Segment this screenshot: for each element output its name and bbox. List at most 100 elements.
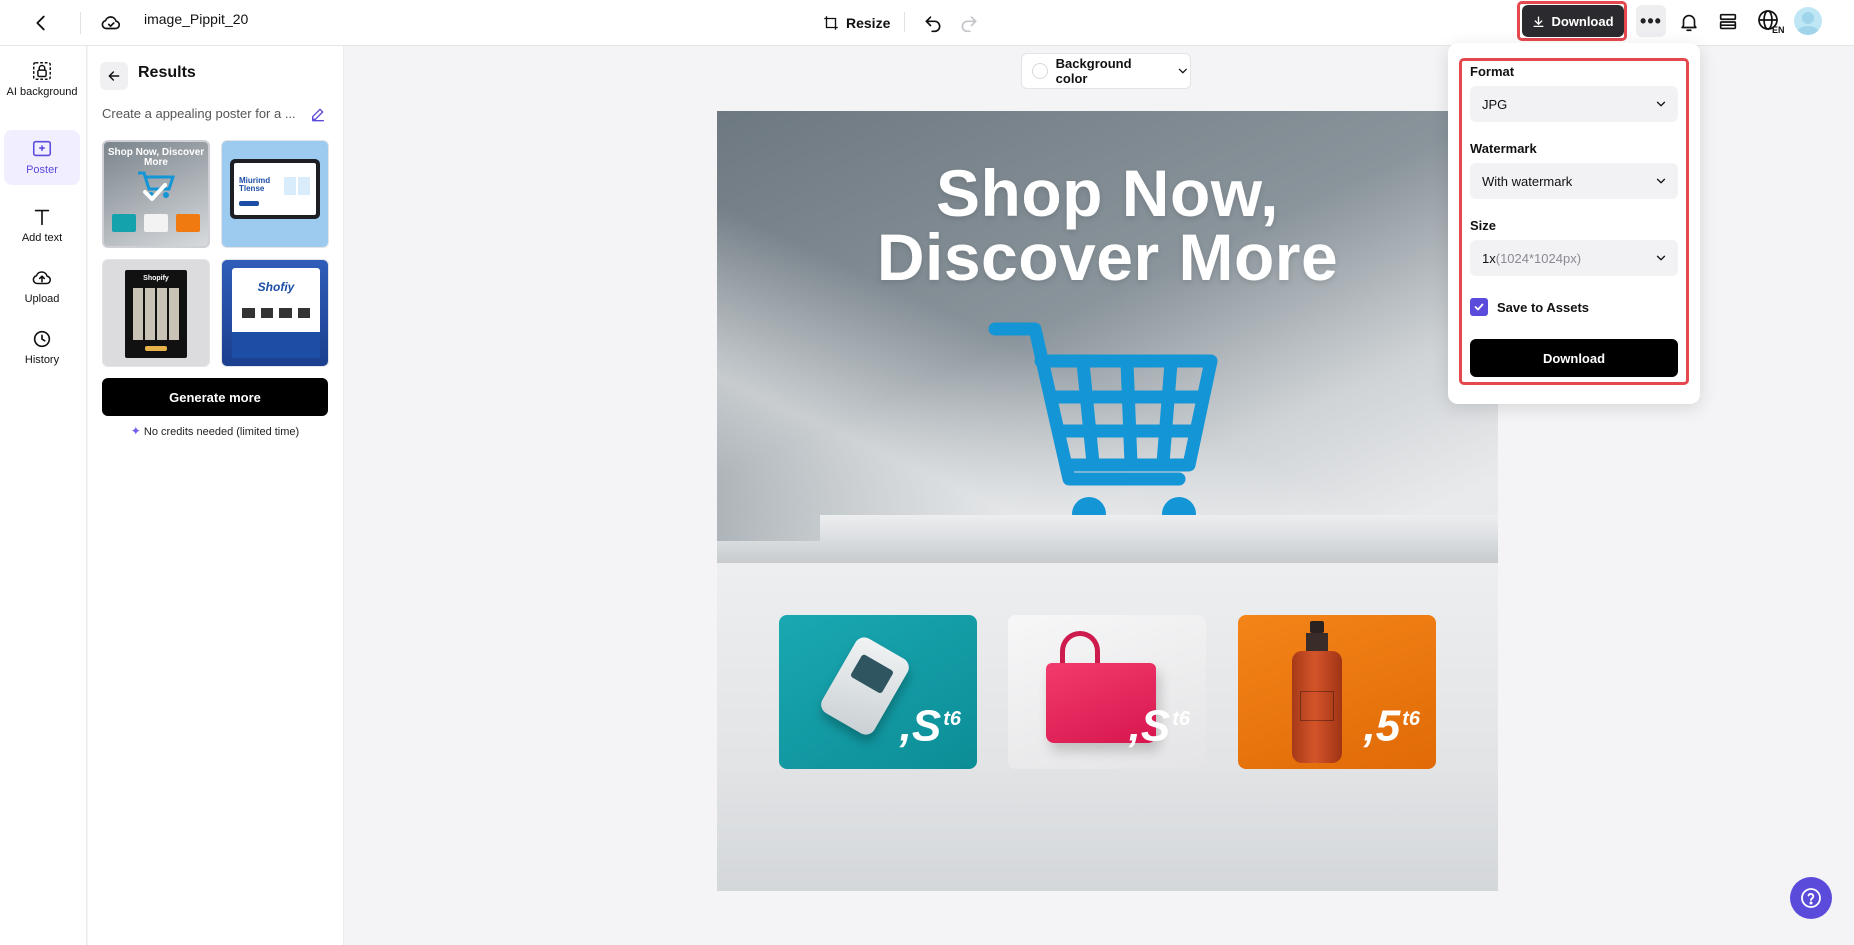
history-icon: [33, 330, 51, 348]
background-color-button[interactable]: Background color: [1021, 53, 1191, 89]
poster-icon: [32, 140, 52, 157]
no-credits-text: No credits needed (limited time): [143, 426, 300, 438]
no-credits-note: ✦ No credits needed (limited time): [102, 424, 328, 438]
result-thumbnail-2[interactable]: Miurimd Tlense: [221, 140, 329, 248]
poster-canvas[interactable]: Shop Now, Discover More ,S t6 ,S t6 ,5 t6: [717, 111, 1498, 891]
thumb-poster: Shopify: [125, 270, 187, 358]
thumbnail-headline: Shop Now, Discover More: [107, 147, 205, 168]
rail-item-ai-background[interactable]: AI background: [4, 60, 80, 99]
rail-label-poster: Poster: [26, 164, 58, 176]
edit-prompt-icon[interactable]: [310, 106, 326, 122]
headline-line-2: Discover More: [876, 220, 1339, 294]
device-screen: [849, 653, 895, 695]
price-main: ,5: [1363, 702, 1401, 751]
redo-icon[interactable]: [956, 10, 982, 36]
rail-item-history[interactable]: History: [4, 328, 80, 367]
bell-icon[interactable]: [1676, 9, 1702, 35]
help-question-icon: [1801, 888, 1821, 908]
cloud-save-icon[interactable]: [98, 10, 124, 36]
result-thumbnail-3[interactable]: Shopify: [102, 259, 210, 367]
thumb-screen-title: Miurimd Tlense: [239, 176, 271, 193]
upload-icon: [32, 271, 51, 285]
layers-icon[interactable]: [1715, 9, 1741, 35]
generate-more-button[interactable]: Generate more: [102, 378, 328, 416]
poster-headline[interactable]: Shop Now, Discover More: [717, 156, 1498, 294]
left-tool-rail: AI background Poster Add text Upload His…: [0, 46, 87, 945]
thumb-site: Shofiy: [232, 268, 320, 358]
language-globe-icon[interactable]: EN: [1756, 8, 1786, 36]
thumb-card: [284, 177, 296, 195]
price-tag: ,5 t6: [1364, 697, 1421, 749]
headline-line-1: Shop Now,: [935, 156, 1279, 230]
checkmark-icon: [143, 183, 167, 201]
price-tag: ,S t6: [900, 697, 961, 749]
rail-label-upload: Upload: [24, 293, 60, 305]
rail-label-ai-background: AI background: [6, 86, 78, 98]
thumb-item: [260, 308, 273, 318]
pedestal-top: [717, 541, 1498, 563]
thumb-footer: [232, 332, 320, 358]
divider: [80, 12, 81, 34]
sparkle-icon: ✦: [130, 424, 141, 438]
more-options-button[interactable]: •••: [1636, 5, 1666, 37]
document-title[interactable]: image_Pippit_20: [144, 11, 248, 27]
back-arrow-icon[interactable]: [28, 10, 54, 36]
top-bar: image_Pippit_20 Resize Download ••• EN: [0, 0, 1854, 46]
rail-item-add-text[interactable]: Add text: [4, 206, 80, 245]
thumb-btn: [239, 201, 259, 206]
rail-item-poster[interactable]: Poster: [4, 130, 80, 185]
thumb-screen: Miurimd Tlense: [234, 163, 316, 215]
highlight-box: [1517, 1, 1627, 41]
result-thumbnail-4[interactable]: Shofiy: [221, 259, 329, 367]
price-sup: t6: [943, 708, 961, 731]
thumb-products-row: [242, 308, 310, 318]
results-panel: Results Create a appealing poster for a …: [88, 46, 344, 945]
thumb-product: [176, 214, 200, 232]
price-sup: t6: [1172, 708, 1190, 731]
price-sup: t6: [1402, 708, 1420, 731]
price-main: ,S: [1128, 702, 1171, 751]
rail-label-history: History: [24, 354, 60, 366]
color-swatch: [1032, 63, 1048, 79]
prompt-text: Create a appealing poster for a ...: [102, 106, 296, 121]
results-back-button[interactable]: [100, 62, 128, 90]
results-title: Results: [138, 64, 196, 81]
thumb-product: [112, 214, 136, 232]
thumb-poster-title: Shopify: [143, 275, 169, 282]
thumb-grid: [133, 288, 179, 340]
resize-label: Resize: [846, 15, 891, 31]
bottle-pump: [1310, 621, 1324, 633]
product-bottle[interactable]: ,5 t6: [1238, 615, 1436, 769]
thumb-card: [298, 177, 310, 195]
rail-item-upload[interactable]: Upload: [4, 267, 80, 306]
divider: [904, 12, 905, 32]
thumb-item: [297, 308, 310, 318]
product-shopping-bag[interactable]: ,S t6: [1008, 615, 1206, 769]
background-color-label: Background color: [1055, 56, 1132, 86]
help-button[interactable]: [1790, 877, 1832, 919]
svg-text:EN: EN: [1772, 25, 1785, 35]
user-avatar[interactable]: [1794, 7, 1822, 35]
bottle-neck: [1306, 633, 1328, 651]
resize-icon: [824, 16, 838, 30]
thumb-site-logo: Shofiy: [257, 280, 295, 294]
thumb-laptop: Miurimd Tlense: [230, 159, 320, 219]
chevron-down-icon: [1179, 68, 1188, 74]
undo-icon[interactable]: [920, 10, 946, 36]
ai-background-icon: [33, 62, 51, 80]
price-tag: ,S t6: [1129, 697, 1190, 749]
thumb-item: [279, 308, 292, 318]
thumb-shop-btn: [145, 346, 167, 351]
result-thumbnail-1[interactable]: Shop Now, Discover More: [102, 140, 210, 248]
bottle-label: [1300, 691, 1334, 721]
resize-button[interactable]: Resize: [822, 8, 890, 38]
more-icon: •••: [1640, 10, 1662, 31]
shopping-cart-icon[interactable]: [987, 319, 1219, 535]
card-reader-device: [817, 633, 913, 739]
thumb-item: [242, 308, 255, 318]
price-main: ,S: [899, 702, 942, 751]
text-icon: [34, 209, 50, 226]
highlight-box: [1459, 58, 1689, 385]
bottle-body: [1292, 651, 1342, 763]
product-card-reader[interactable]: ,S t6: [779, 615, 977, 769]
